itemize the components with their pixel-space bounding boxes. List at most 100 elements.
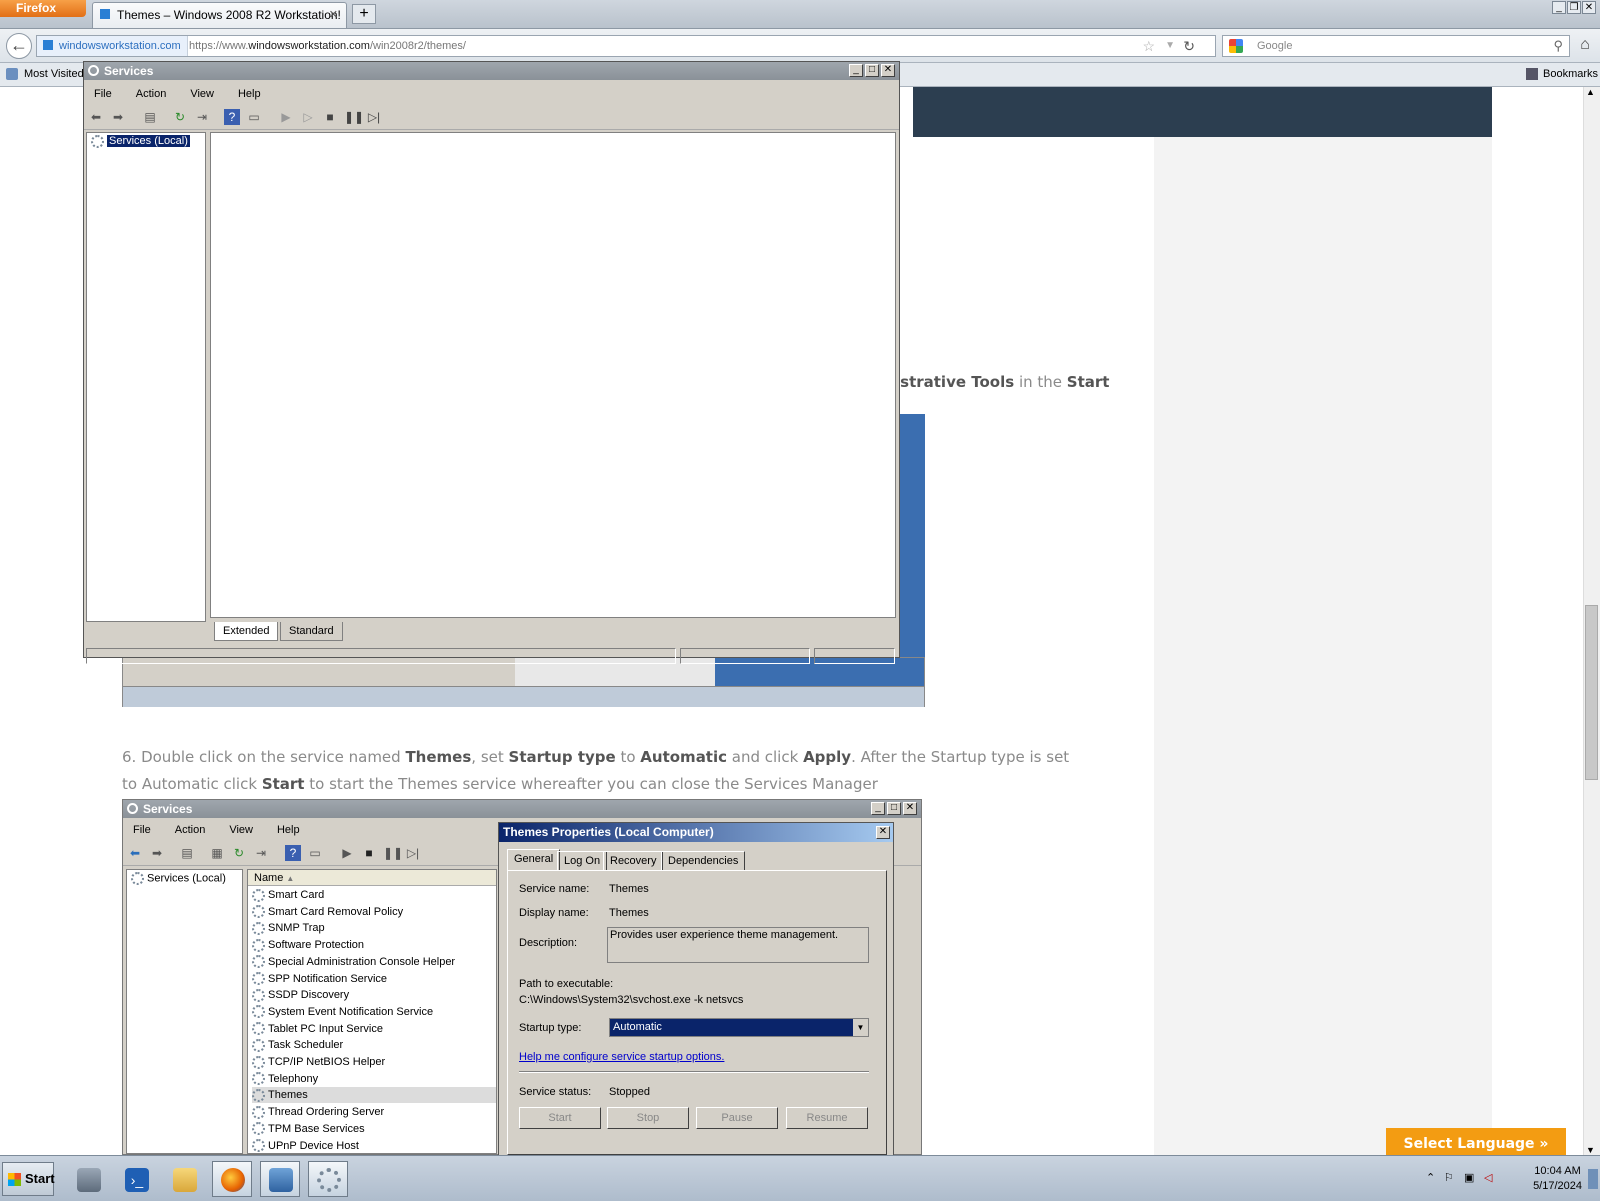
properties-title: Themes Properties (Local Computer): [503, 825, 714, 839]
service-name: SSDP Discovery: [268, 989, 350, 1002]
services-status-bar: [86, 648, 897, 666]
display-name-label: Display name:: [519, 907, 589, 919]
restart-icon[interactable]: ▷|: [366, 109, 382, 125]
list-item: Smart Card Removal Policy: [252, 904, 403, 920]
clock[interactable]: 10:04 AM 5/17/2024: [1533, 1164, 1582, 1194]
firefox-menu-button[interactable]: Firefox: [0, 0, 86, 17]
services-gear-icon: [317, 1168, 341, 1192]
network-icon[interactable]: ▣: [1464, 1171, 1474, 1184]
close-icon[interactable]: ✕: [1582, 1, 1596, 14]
play-alt-icon[interactable]: ▷: [300, 109, 316, 125]
show-hidden-icons-icon[interactable]: ⌃: [1426, 1171, 1435, 1184]
service-gear-icon: [252, 1022, 265, 1036]
services-menu-bar: File Action View Help: [84, 84, 899, 104]
minimize-icon[interactable]: _: [1552, 1, 1566, 14]
taskbar-powershell[interactable]: ›_: [116, 1161, 156, 1197]
page-scrollbar-thumb[interactable]: [1585, 605, 1598, 780]
new-tab-button[interactable]: +: [352, 4, 376, 24]
remote-desktop-icon: [269, 1168, 293, 1192]
services-detail-pane[interactable]: [210, 132, 896, 618]
show-desktop-button[interactable]: [1588, 1169, 1598, 1189]
menu-action: Action: [174, 824, 206, 836]
list-item: Software Protection: [252, 937, 364, 953]
back-icon[interactable]: ⬅: [88, 109, 104, 125]
tab-log-on: Log On: [557, 851, 608, 871]
site-identity[interactable]: windowsworkstation.com: [37, 36, 188, 56]
scroll-up-icon[interactable]: ▲: [1586, 87, 1595, 97]
tab-close-icon[interactable]: ✕: [329, 3, 338, 27]
services-toolbar: ⬅ ➡ ▤ ↻ ⇥ ? ▭ ▶ ▷ ■ ❚❚ ▷|: [84, 105, 899, 130]
search-input[interactable]: Google ⚲: [1222, 35, 1570, 57]
play-icon: ▶: [342, 846, 352, 860]
taskbar-services[interactable]: [308, 1161, 348, 1197]
service-gear-icon: [252, 1105, 265, 1119]
menu-action[interactable]: Action: [136, 88, 167, 100]
back-icon: ⬅: [129, 846, 141, 860]
divider: [519, 1071, 869, 1073]
action-center-flag-icon[interactable]: ⚐: [1444, 1171, 1454, 1184]
resume-service-button: Resume: [786, 1107, 868, 1129]
description-label: Description:: [519, 937, 578, 949]
tab-extended[interactable]: Extended: [214, 622, 279, 641]
service-status-label: Service status:: [519, 1086, 592, 1098]
google-icon: [1229, 39, 1243, 53]
tab-recovery-label: Recovery: [610, 855, 657, 867]
services-window: Services _ □ ✕ File Action View Help ⬅ ➡ ▤ …: [83, 61, 900, 664]
taskbar-remote-desktop[interactable]: [260, 1161, 300, 1197]
volume-muted-icon[interactable]: ◁: [1484, 1171, 1492, 1184]
refresh-icon[interactable]: ↻: [172, 109, 188, 125]
help-icon: ?: [285, 845, 301, 861]
menu-view[interactable]: View: [190, 88, 214, 100]
pause-icon[interactable]: ❚❚: [344, 109, 364, 125]
console-tree-icon: ▤: [181, 846, 193, 860]
sort-arrow-icon: ▲: [286, 874, 295, 883]
forward-icon[interactable]: ➡: [110, 109, 126, 125]
menu-file[interactable]: File: [94, 88, 112, 100]
taskbar-server-manager[interactable]: [68, 1161, 108, 1197]
service-name-value: Themes: [609, 883, 649, 895]
bookmark-star-icon[interactable]: ☆: [1142, 36, 1155, 56]
description-value: Provides user experience theme managemen…: [610, 929, 839, 941]
tab-standard[interactable]: Standard: [280, 622, 343, 641]
play-icon[interactable]: ▶: [278, 109, 294, 125]
stop-icon[interactable]: ■: [322, 109, 338, 125]
site-header: ⚲: [913, 87, 1492, 137]
restore-icon[interactable]: ❐: [1567, 1, 1581, 14]
tab-dependencies: Dependencies: [661, 851, 746, 871]
console-tree-icon[interactable]: ▤: [142, 109, 158, 125]
export-icon[interactable]: ⇥: [194, 109, 210, 125]
reload-icon[interactable]: ↻: [1183, 36, 1195, 56]
service-gear-icon: [252, 905, 265, 919]
text-bold: Start: [1066, 373, 1110, 391]
screenshot-taskbar: [123, 686, 924, 707]
browser-tab-active[interactable]: Themes – Windows 2008 R2 Workstation! ✕: [92, 2, 347, 28]
search-icon[interactable]: ⚲: [1553, 36, 1563, 56]
history-dropdown-icon[interactable]: ▼: [1165, 36, 1175, 56]
home-icon[interactable]: ⌂: [1574, 35, 1596, 57]
start-button[interactable]: Start: [2, 1162, 55, 1196]
url-text[interactable]: https://www.windowsworkstation.com/win20…: [189, 36, 466, 56]
tab-extended-label: Extended: [223, 625, 270, 637]
minimize-icon[interactable]: _: [849, 64, 863, 77]
taskbar-explorer[interactable]: [164, 1161, 204, 1197]
screenshot-title-bar: Services _ □ ✕: [123, 800, 921, 818]
url-prefix: https://www.: [189, 40, 249, 52]
tree-root-label[interactable]: Services (Local): [107, 135, 190, 148]
bookmarks-menu[interactable]: Bookmarks: [1543, 63, 1598, 85]
maximize-icon[interactable]: □: [865, 64, 879, 77]
view-icon[interactable]: ▭: [246, 109, 262, 125]
menu-help[interactable]: Help: [238, 88, 261, 100]
most-visited-link[interactable]: Most Visited: [24, 63, 84, 85]
column-name-label: Name: [254, 872, 284, 884]
list-item: System Event Notification Service: [252, 1004, 433, 1020]
scroll-down-icon[interactable]: ▼: [1586, 1145, 1595, 1155]
column-header-name: Name ▲: [248, 870, 496, 886]
close-icon[interactable]: ✕: [881, 64, 895, 77]
back-arrow-icon[interactable]: ←: [6, 33, 32, 59]
help-icon[interactable]: ?: [224, 109, 240, 125]
list-item: Tablet PC Input Service: [252, 1021, 383, 1037]
taskbar-firefox[interactable]: [212, 1161, 252, 1197]
services-title-bar[interactable]: Services _ □ ✕: [84, 62, 899, 80]
tree-root[interactable]: Services (Local): [87, 133, 205, 150]
url-bar[interactable]: windowsworkstation.com https://www.windo…: [36, 35, 1216, 57]
